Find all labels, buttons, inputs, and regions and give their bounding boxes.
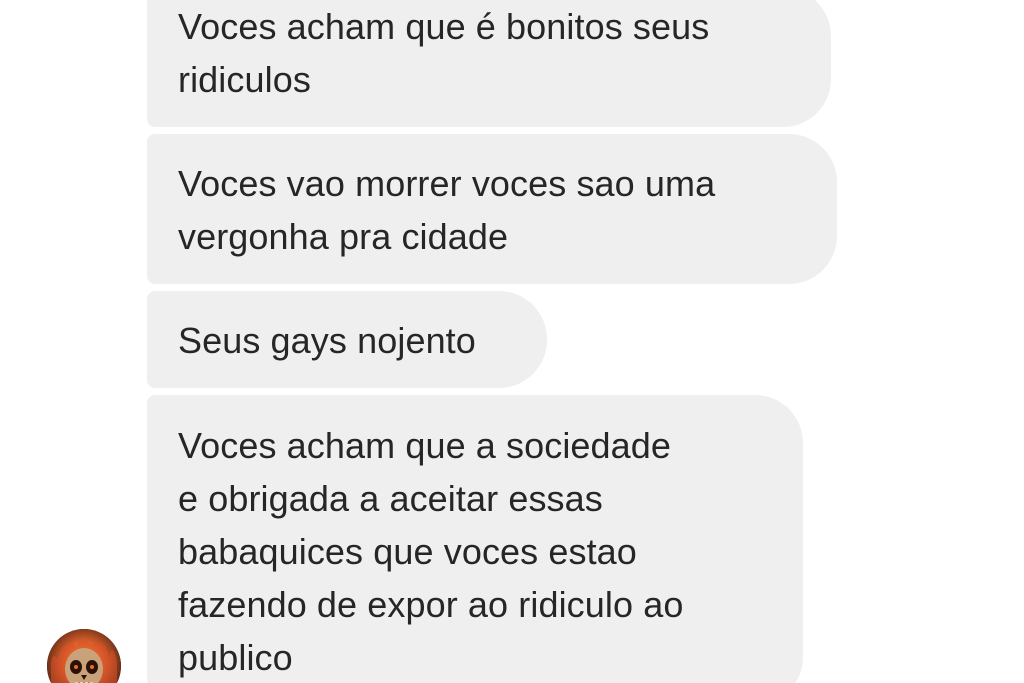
message-bubble[interactable]: Voces vao morrer voces sao uma vergonha … <box>147 134 837 284</box>
message-bubble[interactable]: Seus gays nojento <box>147 291 547 388</box>
message-bubble[interactable]: Voces acham que a sociedade e obrigada a… <box>147 395 803 683</box>
skull-avatar-icon <box>47 629 121 683</box>
sender-avatar[interactable] <box>47 629 121 683</box>
message-thread: Voces acham que é bonitos seus ridiculos… <box>0 0 1024 683</box>
message-bubble[interactable]: Voces acham que é bonitos seus ridiculos <box>147 0 831 127</box>
